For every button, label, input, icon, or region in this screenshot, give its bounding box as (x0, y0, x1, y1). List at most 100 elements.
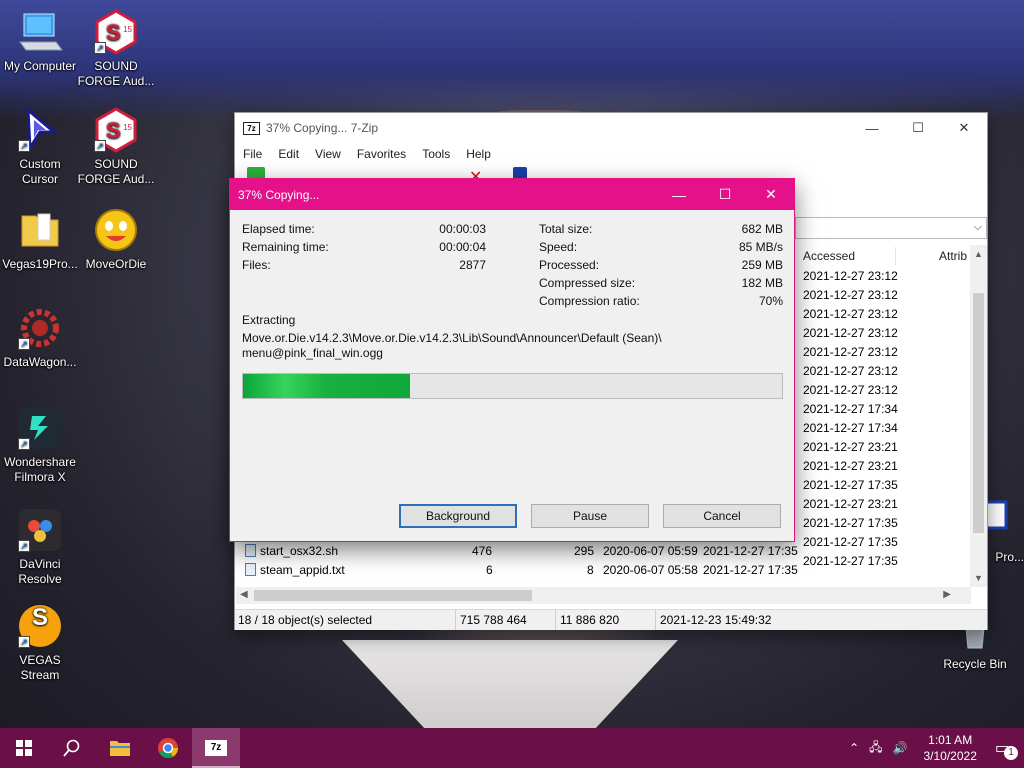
desktop-icon-custom-cursor[interactable]: ↗ Custom Cursor (0, 106, 80, 187)
accessed-cell[interactable]: 2021-12-27 17:35 (803, 514, 898, 533)
moveordie-icon (92, 206, 140, 254)
path-combobox[interactable]: ⌵ (795, 217, 987, 239)
dialog-minimize-button[interactable]: — (656, 179, 702, 210)
dialog-maximize-button[interactable]: ☐ (702, 179, 748, 210)
desktop-icon-datawagon[interactable]: ↗ DataWagon... (0, 304, 80, 370)
maximize-button[interactable]: ☐ (895, 113, 941, 143)
accessed-cell[interactable]: 2021-12-27 23:12 (803, 362, 898, 381)
network-icon[interactable]: 🖧 (865, 738, 886, 759)
horizontal-scrollbar[interactable]: ◀ ▶ (236, 587, 971, 604)
shortcut-arrow-icon: ↗ (18, 140, 30, 152)
scroll-up-icon[interactable]: ▲ (970, 249, 987, 259)
taskbar-7zip[interactable]: 7z (192, 728, 240, 768)
accessed-cell[interactable]: 2021-12-27 23:12 (803, 286, 898, 305)
current-file-path: Move.or.Die.v14.2.3\Move.or.Die.v14.2.3\… (242, 331, 662, 361)
file-packed: 295 (574, 544, 595, 558)
version-badge: 15 (123, 123, 132, 132)
file-packed: 8 (587, 563, 594, 577)
progress-dialog[interactable]: 37% Copying... — ☐ ✕ Elapsed time: 00:00… (229, 178, 795, 542)
desktop-icon-filmora[interactable]: ↗ Wondershare Filmora X (0, 404, 80, 485)
vegas-stream-icon: S ↗ (16, 602, 64, 650)
menu-bar: File Edit View Favorites Tools Help (235, 143, 987, 165)
dialog-close-button[interactable]: ✕ (748, 179, 794, 210)
desktop-icon-label: DaVinci Resolve (18, 557, 62, 586)
files-label: Files: (242, 258, 271, 272)
desktop-icon-label: VEGAS Stream (19, 653, 61, 682)
table-row[interactable]: steam_appid.txt 6 8 2020-06-07 05:58 202… (245, 561, 965, 580)
start-button[interactable] (0, 728, 48, 768)
accessed-cell[interactable]: 2021-12-27 23:12 (803, 267, 898, 286)
accessed-cell[interactable]: 2021-12-27 23:12 (803, 305, 898, 324)
scroll-left-icon[interactable]: ◀ (240, 589, 248, 600)
menu-favorites[interactable]: Favorites (357, 147, 414, 161)
scroll-thumb[interactable] (973, 293, 984, 533)
taskbar-chrome[interactable] (144, 728, 192, 768)
dialog-title-bar[interactable]: 37% Copying... — ☐ ✕ (230, 179, 794, 210)
taskbar-file-explorer[interactable] (96, 728, 144, 768)
desktop-icon-moveordie[interactable]: MoveOrDie (76, 206, 156, 272)
minimize-button[interactable]: — (849, 113, 895, 143)
wallpaper-shirt (342, 640, 678, 730)
folder-icon (110, 741, 130, 756)
accessed-cell[interactable]: 2021-12-27 17:34 (803, 419, 898, 438)
accessed-cell[interactable]: 2021-12-27 17:34 (803, 400, 898, 419)
progress-bar (242, 373, 783, 399)
status-selected: 18 / 18 object(s) selected (235, 610, 456, 630)
file-created: 2021-12-27 17:35 (703, 563, 798, 577)
accessed-cell[interactable]: 2021-12-27 23:12 (803, 343, 898, 362)
desktop-icon-my-computer[interactable]: My Computer (0, 8, 80, 74)
desktop-icon-label: MoveOrDie (85, 257, 147, 271)
table-row[interactable]: start_osx32.sh 476 295 2020-06-07 05:59 … (245, 542, 965, 561)
scroll-right-icon[interactable]: ▶ (943, 589, 951, 600)
7zip-app-icon: 7z (205, 740, 227, 756)
path-line-1: Move.or.Die.v14.2.3\Move.or.Die.v14.2.3\… (242, 331, 662, 345)
clock-date: 3/10/2022 (923, 749, 977, 763)
desktop-icon-sound-forge-2[interactable]: S 15 ↗ SOUND FORGE Aud... (76, 106, 156, 187)
pause-button[interactable]: Pause (531, 504, 649, 528)
svg-text:S: S (106, 118, 121, 143)
menu-help[interactable]: Help (466, 147, 499, 161)
desktop-icon-label: Recycle Bin (943, 657, 1007, 671)
file-icon (245, 544, 256, 557)
gear-icon: ↗ (16, 304, 64, 352)
accessed-cell[interactable]: 2021-12-27 23:21 (803, 438, 898, 457)
column-header-accessed[interactable]: Accessed (803, 245, 855, 267)
desktop-icon-label: SOUND FORGE Aud... (77, 59, 155, 88)
desktop-icon-sound-forge-1[interactable]: S 15 ↗ SOUND FORGE Aud... (76, 8, 156, 89)
desktop-icon-vegas-stream[interactable]: S ↗ VEGAS Stream (0, 602, 80, 683)
compression-ratio-label: Compression ratio: (539, 294, 640, 308)
elapsed-time-value: 00:00:03 (439, 222, 486, 236)
chevron-down-icon[interactable]: ⌵ (974, 221, 982, 234)
volume-icon[interactable]: 🔊 (887, 741, 914, 755)
menu-tools[interactable]: Tools (422, 147, 458, 161)
scroll-down-icon[interactable]: ▼ (970, 573, 987, 583)
notification-icon[interactable]: ▭ 1 (987, 738, 1024, 760)
menu-edit[interactable]: Edit (278, 147, 307, 161)
desktop-icon-davinci[interactable]: ↗ DaVinci Resolve (0, 506, 80, 587)
shortcut-arrow-icon: ↗ (18, 636, 30, 648)
scroll-thumb[interactable] (254, 590, 532, 601)
accessed-cell[interactable]: 2021-12-27 17:35 (803, 476, 898, 495)
desktop-icon-vegas19pro[interactable]: Vegas19Pro... (0, 206, 80, 272)
total-size-value: 682 MB (741, 222, 783, 236)
accessed-cell[interactable]: 2021-12-27 23:21 (803, 457, 898, 476)
shortcut-arrow-icon: ↗ (18, 338, 30, 350)
column-separator[interactable] (895, 247, 896, 265)
chrome-icon (158, 738, 179, 759)
menu-view[interactable]: View (315, 147, 349, 161)
menu-file[interactable]: File (243, 147, 270, 161)
accessed-cell[interactable]: 2021-12-27 23:12 (803, 381, 898, 400)
cancel-button[interactable]: Cancel (663, 504, 781, 528)
main-title-bar[interactable]: 7z 37% Copying... 7-Zip — ☐ ✕ (235, 113, 987, 143)
file-modified: 2020-06-07 05:59 (603, 544, 698, 558)
desktop-icon-label: DataWagon... (3, 355, 77, 369)
search-button[interactable] (48, 728, 96, 768)
accessed-cell[interactable]: 2021-12-27 23:21 (803, 495, 898, 514)
clock[interactable]: 1:01 AM 3/10/2022 (913, 732, 986, 764)
accessed-cell[interactable]: 2021-12-27 23:12 (803, 324, 898, 343)
vertical-scrollbar[interactable]: ▲ ▼ (970, 245, 987, 587)
column-header-attrib[interactable]: Attrib (939, 245, 967, 267)
close-button[interactable]: ✕ (941, 113, 987, 143)
chevron-up-icon[interactable]: ⌃ (843, 741, 865, 755)
background-button[interactable]: Background (399, 504, 517, 528)
